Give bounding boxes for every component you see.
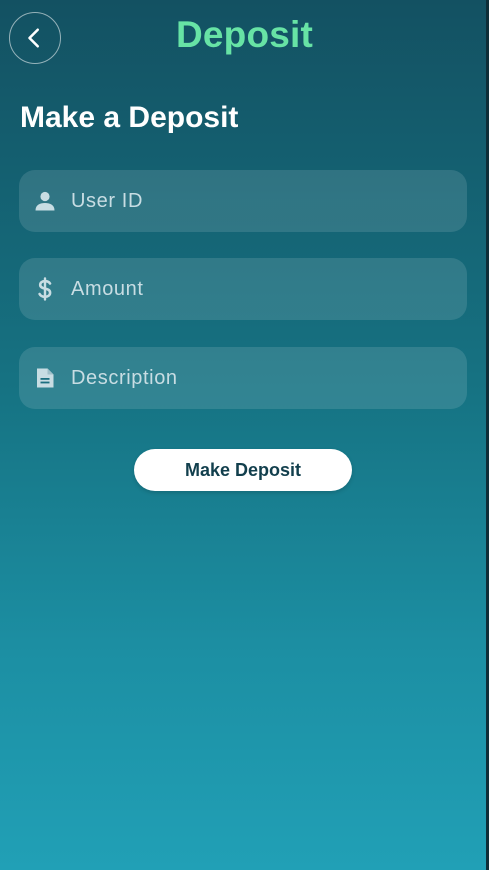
user-id-field[interactable]: [19, 170, 467, 232]
amount-input[interactable]: [71, 258, 467, 320]
description-input[interactable]: [71, 347, 467, 409]
header: Deposit: [0, 0, 489, 76]
user-id-input[interactable]: [71, 170, 467, 232]
person-icon: [33, 189, 57, 213]
description-field[interactable]: [19, 347, 467, 409]
dollar-icon: [33, 277, 57, 301]
document-icon: [33, 366, 57, 390]
form-heading: Make a Deposit: [20, 101, 239, 134]
page-title: Deposit: [175, 14, 314, 55]
make-deposit-button[interactable]: Make Deposit: [134, 449, 352, 491]
amount-field[interactable]: [19, 258, 467, 320]
